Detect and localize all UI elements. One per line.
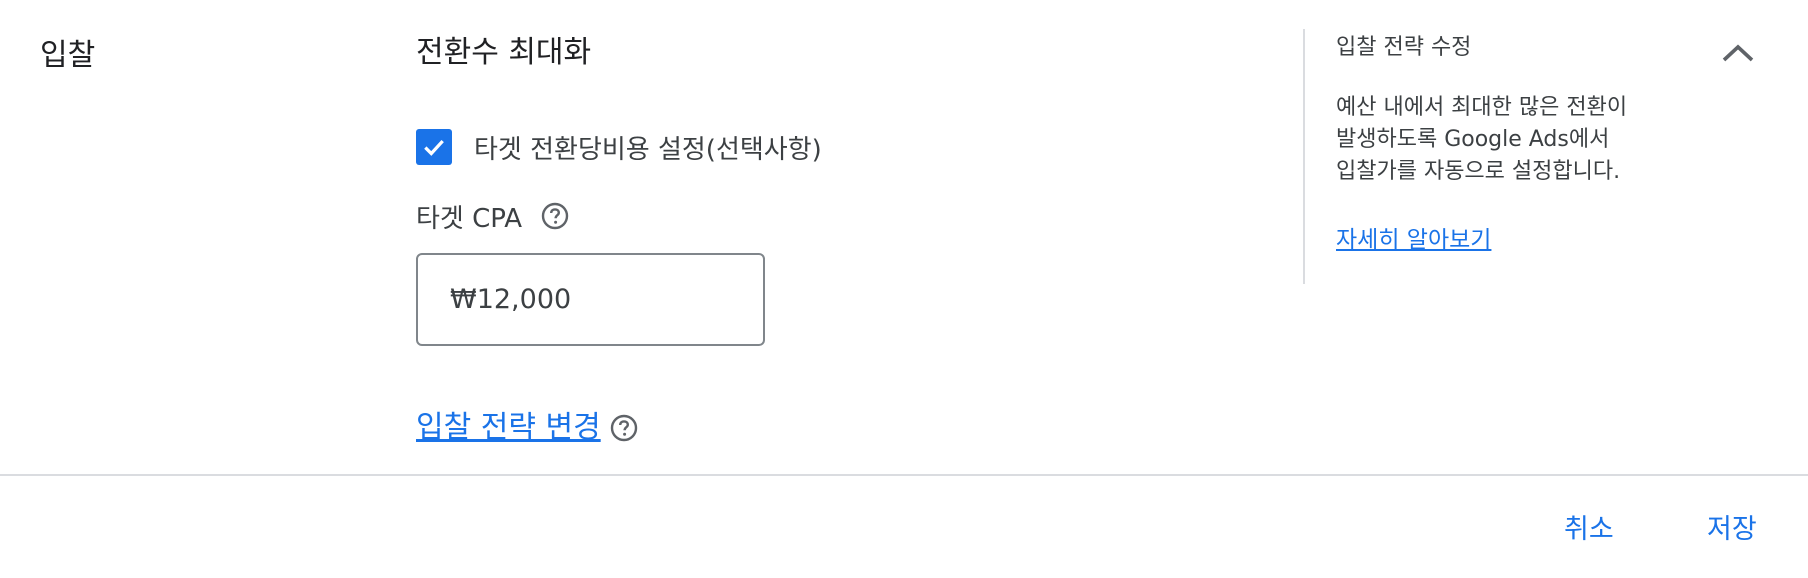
side-panel-divider xyxy=(1303,29,1305,284)
change-bid-strategy-link[interactable]: 입찰 전략 변경 xyxy=(416,402,601,446)
learn-more-link[interactable]: 자세히 알아보기 xyxy=(1336,220,1491,254)
description-line: 발생하도록 Google Ads에서 xyxy=(1336,127,1610,152)
chevron-up-icon[interactable] xyxy=(1718,38,1758,68)
side-panel-description: 예산 내에서 최대한 많은 전환이 발생하도록 Google Ads에서 입찰가… xyxy=(1336,92,1696,188)
help-icon[interactable] xyxy=(540,201,570,231)
section-label-bidding: 입찰 xyxy=(40,38,96,73)
target-cpa-label: 타겟 CPA xyxy=(416,203,523,234)
cancel-button[interactable]: 취소 xyxy=(1560,505,1618,548)
side-panel-title: 입찰 전략 수정 xyxy=(1336,35,1472,60)
footer-divider xyxy=(0,474,1808,476)
description-line: 입찰가를 자동으로 설정합니다. xyxy=(1336,159,1621,184)
save-button[interactable]: 저장 xyxy=(1703,505,1761,548)
change-strategy-row: 입찰 전략 변경 xyxy=(416,400,639,448)
checkmark-icon xyxy=(424,139,444,156)
description-line: 예산 내에서 최대한 많은 전환이 xyxy=(1336,95,1628,120)
bid-strategy-title: 전환수 최대화 xyxy=(416,35,592,70)
target-cpa-checkbox-label[interactable]: 타겟 전환당비용 설정(선택사항) xyxy=(474,129,822,166)
target-cpa-checkbox[interactable] xyxy=(416,129,452,165)
target-cpa-checkbox-row[interactable]: 타겟 전환당비용 설정(선택사항) xyxy=(416,128,822,166)
target-cpa-input[interactable]: ₩12,000 xyxy=(416,253,765,346)
target-cpa-label-row: 타겟 CPA xyxy=(416,198,570,234)
target-cpa-value: ₩12,000 xyxy=(450,284,572,315)
help-icon[interactable] xyxy=(609,413,639,443)
